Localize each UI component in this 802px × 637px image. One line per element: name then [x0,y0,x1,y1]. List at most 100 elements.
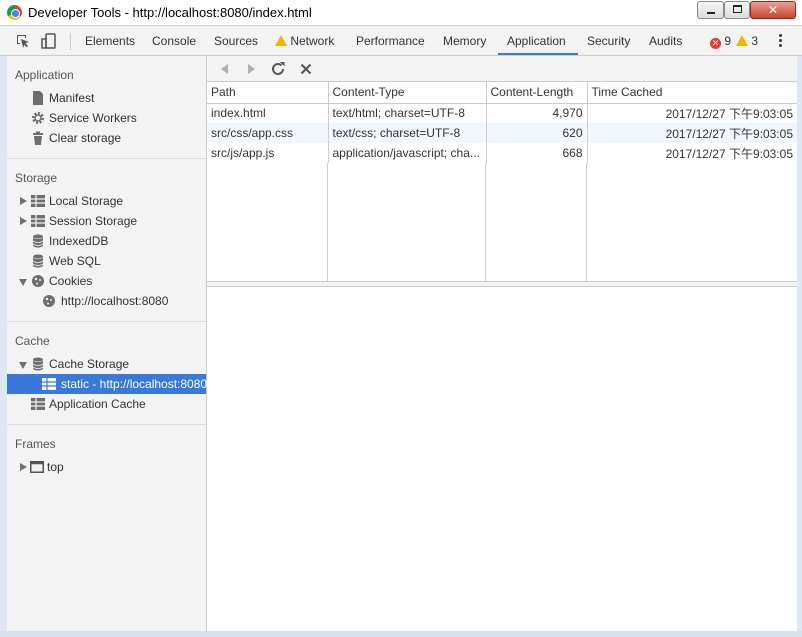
devtools-toolbar: Elements Console Sources Network Perform… [0,26,802,56]
active-tab-indicator [498,53,578,55]
sidebar-item-label: Web SQL [49,254,101,268]
tab-application[interactable]: Application [507,34,566,48]
section-title-application: Application [15,68,74,82]
delete-entry-icon[interactable] [298,61,314,77]
sidebar-item-cache-entry[interactable]: static - http://localhost:8080 [7,374,208,394]
maximize-button[interactable] [724,1,750,19]
expand-arrow-icon[interactable] [20,197,27,205]
toolbar-separator [70,33,71,50]
tab-sources[interactable]: Sources [214,34,258,48]
error-counter[interactable]: ✕ 9 [710,34,731,49]
sidebar-item-application-cache[interactable]: Application Cache [7,394,206,414]
trash-icon [33,131,43,145]
window-title: Developer Tools - http://localhost:8080/… [28,5,312,20]
column-header-content-length[interactable]: Content-Length [486,82,588,104]
tab-elements[interactable]: Elements [85,34,135,48]
cell-content-length: 620 [486,123,588,143]
sidebar-item-indexeddb[interactable]: IndexedDB [7,231,206,251]
cache-storage-panel: Path Content-Type Content-Length Time Ca… [207,56,797,631]
window-bottom-edge [0,631,802,637]
error-count: 9 [724,34,732,48]
application-sidebar: Application Manifest Service Workers Cle… [7,56,207,631]
next-page-icon[interactable] [243,61,259,77]
sidebar-item-label: IndexedDB [49,234,109,248]
sidebar-item-clear-storage[interactable]: Clear storage [7,128,206,148]
column-divider [327,163,328,282]
warning-icon [275,35,287,46]
cache-entries-table: Path Content-Type Content-Length Time Ca… [207,82,797,163]
column-header-time-cached[interactable]: Time Cached [587,82,797,104]
tab-memory[interactable]: Memory [443,34,486,48]
sidebar-item-service-workers[interactable]: Service Workers [7,108,206,128]
grid-icon [31,215,45,227]
cell-content-type: text/css; charset=UTF-8 [328,123,487,143]
refresh-icon[interactable] [270,61,286,77]
cell-path: index.html [207,103,329,123]
maximize-icon [733,5,742,13]
sidebar-item-label: Service Workers [49,111,137,125]
column-divider [586,163,587,282]
cell-content-length: 4,970 [486,103,588,123]
sidebar-item-label: Cache Storage [49,357,130,371]
sidebar-item-manifest[interactable]: Manifest [7,88,206,108]
database-icon [32,357,44,371]
sidebar-item-local-storage[interactable]: Local Storage [7,191,206,211]
tab-network-label: Network [290,34,335,48]
sidebar-item-label: http://localhost:8080 [61,294,169,308]
tab-console[interactable]: Console [152,34,196,48]
sidebar-item-label: Cookies [49,274,93,288]
sidebar-item-label: Application Cache [49,397,146,411]
cell-content-type: text/html; charset=UTF-8 [328,103,487,123]
warning-count: 3 [751,34,759,48]
sidebar-item-cookie-origin[interactable]: http://localhost:8080 [7,291,206,311]
section-divider [7,158,206,159]
expand-arrow-icon[interactable] [20,463,27,471]
database-icon [32,234,44,248]
tab-audits[interactable]: Audits [649,34,682,48]
window-left-edge [0,56,7,631]
chrome-logo-icon [7,5,22,20]
cookie-icon [43,295,55,307]
column-header-path[interactable]: Path [207,82,329,104]
collapse-arrow-icon[interactable] [19,279,27,286]
close-window-button[interactable]: ✕ [750,1,796,19]
sidebar-item-label: top [47,460,64,474]
more-options-icon[interactable] [777,32,783,50]
collapse-arrow-icon[interactable] [19,362,27,369]
sidebar-item-frame-top[interactable]: top [7,457,206,477]
table-row[interactable]: src/css/app.css text/css; charset=UTF-8 … [207,123,797,143]
sidebar-item-cache-storage[interactable]: Cache Storage [7,354,206,374]
sidebar-item-label: Session Storage [49,214,138,228]
section-divider [7,321,206,322]
expand-arrow-icon[interactable] [20,217,27,225]
cache-toolbar [207,56,797,82]
section-divider [7,424,206,425]
sidebar-item-web-sql[interactable]: Web SQL [7,251,206,271]
table-row[interactable]: src/js/app.js application/javascript; ch… [207,143,797,163]
table-header-row: Path Content-Type Content-Length Time Ca… [207,82,797,104]
grid-icon [31,398,45,410]
grid-icon [31,195,45,207]
tab-security[interactable]: Security [587,34,630,48]
previous-page-icon[interactable] [217,61,233,77]
cell-content-length: 668 [486,143,588,163]
tab-network[interactable]: Network [275,34,334,48]
frame-icon [30,461,44,473]
sidebar-item-label: static - http://localhost:8080 [61,377,208,391]
warning-counter[interactable]: 3 [736,34,758,48]
sidebar-item-cookies[interactable]: Cookies [7,271,206,291]
device-toolbar-icon[interactable] [41,33,57,49]
column-header-content-type[interactable]: Content-Type [328,82,487,104]
minimize-button[interactable] [697,1,724,19]
gear-icon [32,112,44,124]
cell-path: src/css/app.css [207,123,329,143]
warning-icon [736,35,748,46]
table-row[interactable]: index.html text/html; charset=UTF-8 4,97… [207,103,797,123]
sidebar-item-session-storage[interactable]: Session Storage [7,211,206,231]
inspect-element-icon[interactable] [15,33,31,49]
tab-performance[interactable]: Performance [356,34,425,48]
sidebar-item-label: Clear storage [49,131,122,145]
preview-splitter[interactable] [207,281,797,287]
cell-content-type: application/javascript; cha... [328,143,487,163]
section-title-storage: Storage [15,171,58,185]
